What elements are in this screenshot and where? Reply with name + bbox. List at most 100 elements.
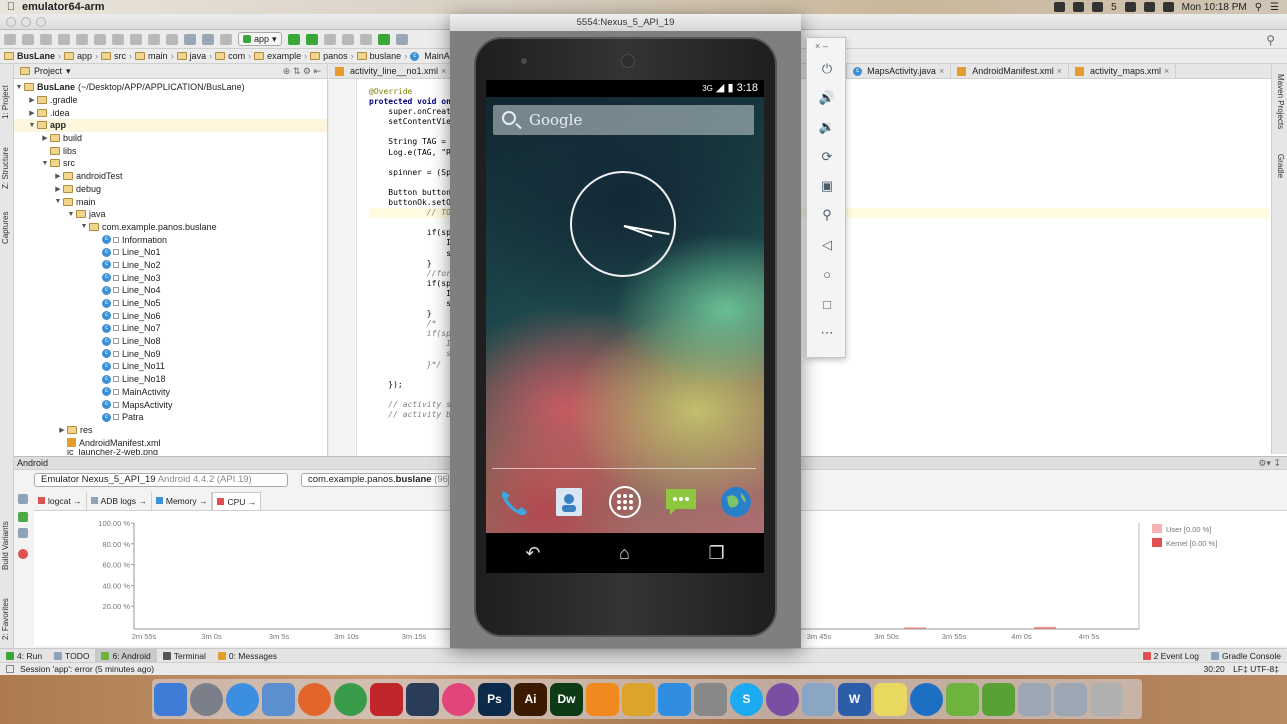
tree-item[interactable]: ▶ androidTest — [14, 170, 327, 183]
firefox-dock-icon[interactable] — [298, 682, 331, 716]
viber-dock-icon[interactable] — [766, 682, 799, 716]
ps-dock-icon[interactable]: Ps — [478, 682, 511, 716]
tree-class-item[interactable]: c MainActivity — [14, 386, 327, 399]
sync-icon[interactable] — [40, 33, 52, 45]
tree-root[interactable]: ▼ BusLane (~/Desktop/APP/APPLICATION/Bus… — [14, 81, 327, 94]
flag-icon[interactable] — [1162, 2, 1174, 12]
expand-arrow-icon[interactable]: ▶ — [27, 96, 37, 104]
maven-tool-tab[interactable]: Maven Projects — [1276, 74, 1285, 129]
replace-icon[interactable] — [166, 33, 178, 45]
zoom-window-button[interactable] — [36, 17, 46, 27]
avd-manager-icon[interactable] — [377, 33, 390, 45]
sdk-manager-icon[interactable] — [395, 33, 408, 45]
controls-window-buttons[interactable]: × – — [807, 38, 845, 54]
detach-icon[interactable]: → — [197, 496, 208, 506]
run-configuration-select[interactable]: app ▾ — [238, 32, 282, 46]
status-message[interactable]: Session 'app': error (5 minutes ago) — [20, 664, 154, 674]
tree-class-item[interactable]: c Line_No2 — [14, 259, 327, 272]
tree-item[interactable]: ▼ main — [14, 195, 327, 208]
expand-arrow-icon[interactable]: ▶ — [40, 134, 50, 142]
monitor-tab[interactable]: CPU → — [212, 492, 262, 510]
notification-icon[interactable]: ☰ — [1270, 2, 1279, 13]
expand-arrow-icon[interactable]: ▼ — [14, 84, 24, 91]
stop-icon[interactable] — [341, 33, 354, 45]
tree-item[interactable]: AndroidManifest.xml — [14, 436, 327, 449]
tree-class-item[interactable]: c MapsActivity — [14, 398, 327, 411]
detach-icon[interactable]: → — [245, 497, 257, 507]
breadcrumb-item[interactable]: app — [64, 51, 92, 61]
messaging-app-icon[interactable] — [663, 484, 699, 520]
breadcrumb-item[interactable]: java — [176, 51, 206, 61]
browser-app-icon[interactable] — [718, 484, 754, 520]
mail-dock-icon[interactable] — [262, 682, 295, 716]
menu-clock[interactable]: Mon 10:18 PM — [1182, 2, 1247, 13]
expand-arrow-icon[interactable]: ▼ — [40, 160, 50, 167]
tree-class-item[interactable]: c Line_No9 — [14, 347, 327, 360]
editor-tab[interactable]: activity_maps.xml × — [1069, 63, 1177, 79]
tree-class-item[interactable]: c Line_No7 — [14, 322, 327, 335]
home-button-icon[interactable]: ⌂ — [619, 543, 630, 564]
tree-item[interactable]: ▼ app — [14, 119, 327, 132]
wifi-icon[interactable] — [1124, 2, 1136, 12]
camera-icon[interactable]: ▣ — [818, 177, 836, 195]
chrome-dock-icon[interactable] — [334, 682, 367, 716]
monitor-tab[interactable]: Memory → — [152, 492, 213, 510]
build-variants-tool-tab[interactable]: Build Variants — [1, 521, 10, 570]
documents-dock-icon[interactable] — [1054, 682, 1087, 716]
ibooks-dock-icon[interactable] — [586, 682, 619, 716]
tree-class-item[interactable]: c Line_No4 — [14, 284, 327, 297]
save-icon[interactable] — [22, 33, 34, 45]
app-store-dock-icon[interactable] — [658, 682, 691, 716]
tree-class-item[interactable]: c Line_No6 — [14, 309, 327, 322]
tree-class-item[interactable]: c Line_No8 — [14, 335, 327, 348]
tree-class-item[interactable]: c Line_No18 — [14, 373, 327, 386]
more-icon[interactable]: ⋯ — [818, 324, 836, 342]
tree-item[interactable]: ▶ res — [14, 424, 327, 437]
expand-arrow-icon[interactable]: ▼ — [79, 223, 89, 230]
breadcrumb-item[interactable]: example — [254, 51, 301, 61]
sync-gradle-icon[interactable] — [359, 33, 372, 45]
expand-arrow-icon[interactable]: ▼ — [27, 122, 37, 129]
emulator-title[interactable]: 5554:Nexus_5_API_19 — [450, 14, 801, 31]
tree-item[interactable]: ic_launcher-2-web.png — [14, 449, 327, 455]
expand-arrow-icon[interactable]: ▶ — [53, 185, 63, 193]
favorites-tool-tab[interactable]: 2: Favorites — [1, 598, 10, 640]
process-select[interactable]: com.example.panos.buslane (96 — [301, 473, 449, 487]
detach-icon[interactable]: → — [136, 496, 147, 506]
close-window-button[interactable] — [6, 17, 16, 27]
editor-tab[interactable]: c MapsActivity.java × — [847, 63, 952, 79]
adobe-icon[interactable] — [1092, 2, 1104, 12]
breadcrumb-item[interactable]: com — [215, 51, 245, 61]
tree-class-item[interactable]: c Line_No5 — [14, 297, 327, 310]
trash-dock-icon[interactable] — [1090, 682, 1123, 716]
project-tool-tab[interactable]: 1: Project — [1, 85, 10, 119]
tree-item[interactable]: libs — [14, 144, 327, 157]
tree-item[interactable]: ▼ java — [14, 208, 327, 221]
editor-tab[interactable]: AndroidManifest.xml × — [951, 63, 1070, 79]
structure-tool-tab[interactable]: Z: Structure — [1, 147, 10, 189]
dropbox-icon[interactable] — [1073, 2, 1085, 12]
quicktime-dock-icon[interactable] — [406, 682, 439, 716]
breadcrumb-item[interactable]: BusLane — [4, 51, 55, 61]
gradle-tool-tab[interactable]: Gradle — [1276, 154, 1285, 178]
home-icon[interactable]: ○ — [818, 265, 836, 283]
detach-icon[interactable]: → — [71, 496, 82, 506]
tree-item[interactable]: ▼ com.example.panos.buslane — [14, 221, 327, 234]
tree-class-item[interactable]: c Line_No3 — [14, 271, 327, 284]
preferences-dock-icon[interactable] — [694, 682, 727, 716]
spotlight-icon[interactable]: ⚲ — [1255, 2, 1262, 13]
tree-item[interactable]: ▶ .gradle — [14, 94, 327, 107]
recents-button-icon[interactable]: ❐ — [709, 543, 725, 564]
filezilla-dock-icon[interactable] — [370, 682, 403, 716]
caret-position[interactable]: 30:20 — [1204, 664, 1225, 674]
teamviewer-dock-icon[interactable] — [910, 682, 943, 716]
power-icon[interactable]: ⏻ — [818, 60, 836, 78]
editor-tab[interactable]: activity_line__no1.xml × — [329, 63, 454, 79]
tree-item[interactable]: ▶ debug — [14, 183, 327, 196]
messages-tool-tab[interactable]: 0: Messages — [212, 651, 283, 661]
preview-dock-icon[interactable] — [802, 682, 835, 716]
itunes-dock-icon[interactable] — [442, 682, 475, 716]
volume-down-icon[interactable]: 🔉 — [818, 118, 836, 136]
close-tab-icon[interactable]: × — [441, 66, 446, 76]
android-tool-tab[interactable]: 6: Android — [95, 648, 157, 663]
